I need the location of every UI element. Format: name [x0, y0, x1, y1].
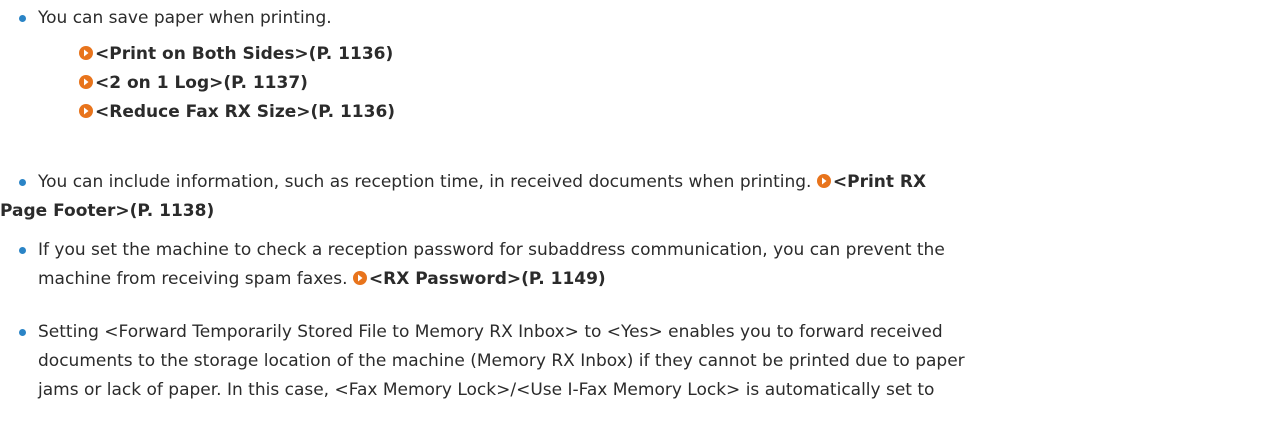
bullet-dot-icon: [19, 247, 26, 254]
document-page: You can save paper when printing. <Print…: [0, 0, 1269, 432]
link-label[interactable]: <2 on 1 Log>(P. 1137): [95, 73, 308, 93]
item-text: You can save paper when printing.: [38, 8, 332, 28]
list-item: If you set the machine to check a recept…: [0, 236, 1269, 294]
bullet-dot-icon: [19, 329, 26, 336]
list-item: You can save paper when printing. <Print…: [0, 4, 1269, 127]
item-text-line3: jams or lack of paper. In this case, <Fa…: [38, 380, 935, 400]
link-print-rx-page-footer[interactable]: <Print RX: [816, 172, 926, 192]
link-label[interactable]: <Print RX: [833, 172, 926, 192]
bullet-dot-icon: [19, 15, 26, 22]
link-label[interactable]: <Reduce Fax RX Size>(P. 1136): [95, 102, 395, 122]
item-text: If you set the machine to check a recept…: [38, 240, 945, 260]
link-rx-password[interactable]: <RX Password>(P. 1149): [352, 269, 606, 289]
item-text-line2: machine from receiving spam faxes. <RX P…: [38, 269, 606, 289]
list-item: You can include information, such as rec…: [0, 168, 1269, 226]
link-label[interactable]: <RX Password>(P. 1149): [369, 269, 606, 289]
link-label[interactable]: <Print on Both Sides>(P. 1136): [95, 44, 393, 64]
orange-right-arrow-circle-icon: [79, 46, 93, 60]
bullet-dot-icon: [19, 179, 26, 186]
orange-right-arrow-circle-icon: [79, 104, 93, 118]
item-text: You can include information, such as rec…: [38, 172, 817, 192]
link-group: <Print on Both Sides>(P. 1136) <2 on 1 L…: [38, 40, 1269, 127]
link-2-on-1-log[interactable]: <2 on 1 Log>(P. 1137): [79, 69, 1269, 98]
orange-right-arrow-circle-icon: [79, 75, 93, 89]
link-print-on-both-sides[interactable]: <Print on Both Sides>(P. 1136): [79, 40, 1269, 69]
link-reduce-fax-rx-size[interactable]: <Reduce Fax RX Size>(P. 1136): [79, 98, 1269, 127]
orange-right-arrow-circle-icon: [816, 174, 831, 188]
orange-right-arrow-circle-icon: [352, 271, 367, 285]
item-text-line2: documents to the storage location of the…: [38, 351, 965, 371]
item-text-line1: Setting <Forward Temporarily Stored File…: [38, 322, 943, 342]
list-item: Setting <Forward Temporarily Stored File…: [0, 318, 1269, 405]
link-label-continued[interactable]: Page Footer>(P. 1138): [0, 201, 214, 221]
